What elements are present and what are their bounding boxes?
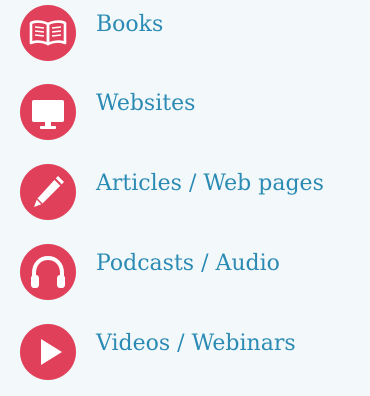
headphones-icon [20, 244, 76, 300]
resource-item-articles[interactable]: Articles / Web pages [20, 160, 365, 220]
resource-label-videos[interactable]: Videos / Webinars [96, 330, 296, 358]
resource-item-podcasts[interactable]: Podcasts / Audio [20, 240, 365, 300]
resource-item-videos[interactable]: Videos / Webinars [20, 320, 365, 380]
book-icon [20, 5, 76, 61]
monitor-icon [20, 84, 76, 140]
resource-label-podcasts[interactable]: Podcasts / Audio [96, 250, 280, 278]
resource-label-articles[interactable]: Articles / Web pages [96, 170, 324, 198]
resource-label-books[interactable]: Books [96, 11, 163, 39]
play-icon [20, 324, 76, 380]
pen-icon [20, 164, 76, 220]
resource-label-websites[interactable]: Websites [96, 90, 195, 118]
resource-item-websites[interactable]: Websites [20, 80, 365, 140]
resource-list: Books Websites Articles / Web pages Podc… [0, 0, 370, 396]
resource-item-books[interactable]: Books [20, 1, 365, 61]
